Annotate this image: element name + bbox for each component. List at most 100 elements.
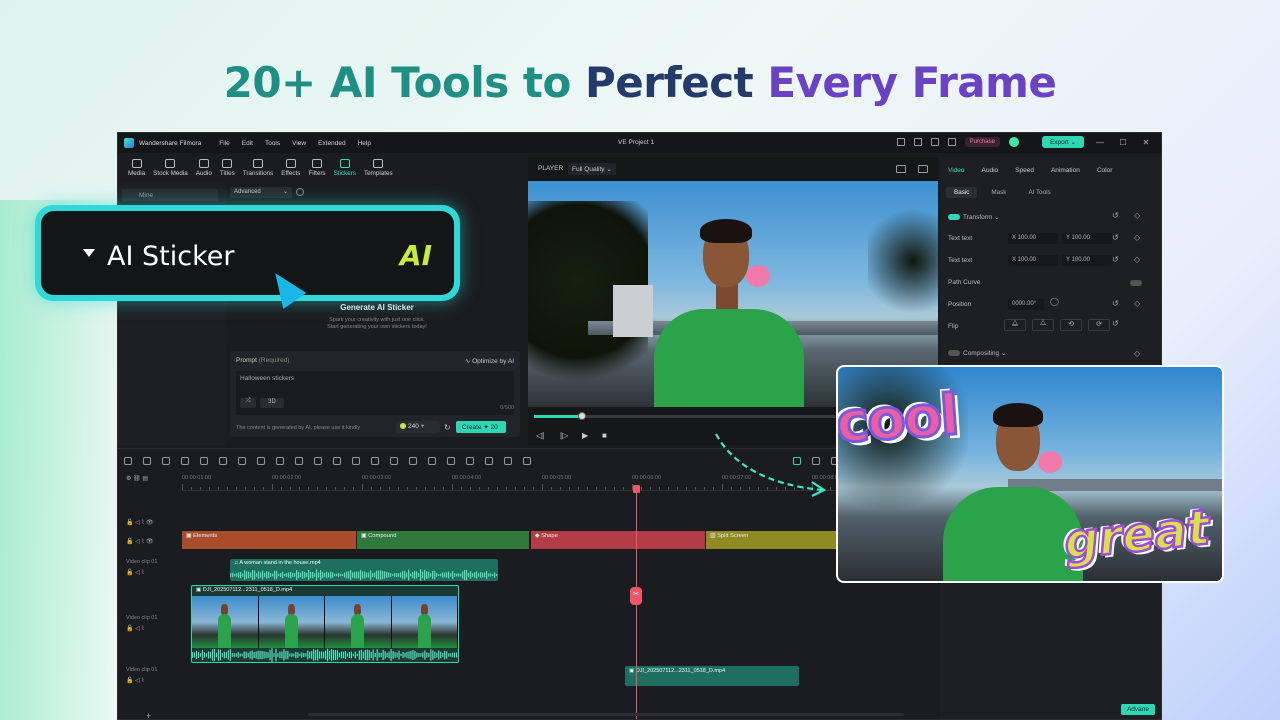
motion-track-icon[interactable] — [390, 457, 398, 465]
effect-clip-shape[interactable]: ◆ Shape — [531, 531, 705, 549]
reset-icon[interactable]: ↺ — [1112, 319, 1119, 328]
smart-cutout-icon[interactable] — [371, 457, 379, 465]
reset-icon[interactable]: ↺ — [1112, 233, 1119, 242]
prompt-input[interactable]: Halloween stickers — [236, 371, 514, 415]
optimize-by-ai-button[interactable]: ∿ Optimize by AI — [465, 357, 514, 365]
shuffle-icon[interactable]: ⤮ — [240, 398, 256, 408]
gift-icon[interactable] — [947, 138, 956, 146]
menu-view[interactable]: View — [292, 140, 306, 147]
close-icon[interactable]: ✕ — [1139, 138, 1153, 147]
tab-speed[interactable]: Speed — [1015, 167, 1034, 174]
cloud-icon[interactable] — [913, 138, 922, 146]
split-icon[interactable] — [219, 457, 227, 465]
track-controls-icon[interactable]: 🔓 ◁ ⌇ — [126, 677, 144, 684]
tool-stickers[interactable]: Stickers — [330, 153, 360, 183]
stabilize-icon[interactable] — [409, 457, 417, 465]
effect-clip-compound[interactable]: ▣ Compound — [357, 531, 529, 549]
subtab-mask[interactable]: Mask — [983, 187, 1014, 198]
tool-audio[interactable]: Audio — [192, 153, 216, 183]
audio-detach-icon[interactable] — [447, 457, 455, 465]
menu-help[interactable]: Help — [358, 140, 371, 147]
menu-extended[interactable]: Extended — [318, 140, 345, 147]
row1-x-input[interactable]: X 100.00 — [1008, 233, 1058, 244]
row2-y-input[interactable]: Y 100.00 — [1062, 255, 1112, 266]
effect-clip-split-screen[interactable]: ▥ Split Screen — [706, 531, 838, 549]
color-icon[interactable] — [314, 457, 322, 465]
tool-templates[interactable]: Templates — [360, 153, 397, 183]
compositing-row[interactable]: Compositing ⌄ — [948, 349, 1006, 357]
menu-tools[interactable]: Tools — [265, 140, 280, 147]
refresh-icon[interactable]: ↻ — [444, 423, 451, 432]
row2-x-input[interactable]: X 100.00 — [1008, 255, 1058, 266]
tool-titles[interactable]: Titles — [216, 153, 239, 183]
help-icon[interactable] — [296, 188, 304, 196]
subtab-basic[interactable]: Basic — [946, 187, 978, 198]
subtab-ai-tools[interactable]: AI Tools — [1020, 187, 1058, 198]
tab-video[interactable]: Video — [948, 167, 965, 174]
track-controls-icon[interactable]: 🔓 ◁ ⌇ — [126, 569, 144, 576]
tool-media[interactable]: Media — [124, 153, 149, 183]
undo-icon[interactable] — [162, 457, 170, 465]
mode-select[interactable]: Advanced ⌄ — [230, 187, 292, 198]
text-icon[interactable] — [257, 457, 265, 465]
tab-audio[interactable]: Audio — [982, 167, 999, 174]
reset-icon[interactable]: ↺ — [1112, 255, 1119, 264]
menu-edit[interactable]: Edit — [242, 140, 253, 147]
reset-icon[interactable]: ↺ — [1112, 299, 1119, 308]
tab-color[interactable]: Color — [1097, 167, 1113, 174]
tool-transitions[interactable]: Transitions — [239, 153, 278, 183]
playhead-handle[interactable] — [633, 485, 640, 493]
transform-row[interactable]: Transform ⌄ — [948, 213, 1000, 221]
flip-horizontal-icon[interactable]: ⧋ — [1004, 319, 1026, 331]
minimize-icon[interactable]: — — [1093, 138, 1107, 147]
transform-toggle[interactable] — [948, 214, 960, 220]
text-to-speech-icon[interactable] — [523, 457, 531, 465]
track-controls-icon[interactable]: 🔓 ◁ ⌇ 👁 — [126, 519, 154, 526]
layout-icon[interactable] — [124, 457, 132, 465]
flip-vertical-icon[interactable]: ⧊ — [1032, 319, 1054, 331]
select-icon[interactable] — [143, 457, 151, 465]
audio-clip[interactable]: ♫ A woman stand in the house.mp4 — [230, 559, 498, 581]
grid-view-icon[interactable] — [896, 165, 906, 173]
tool-effects[interactable]: Effects — [277, 153, 304, 183]
account-avatar-icon[interactable] — [1008, 137, 1019, 147]
delete-icon[interactable] — [200, 457, 208, 465]
duration-icon[interactable] — [295, 457, 303, 465]
export-button[interactable]: Export ⌄ — [1041, 136, 1084, 148]
keyframe-icon[interactable]: ◇ — [1134, 233, 1140, 242]
keyframe-icon[interactable]: ◇ — [1134, 349, 1140, 358]
effect-clip-elements[interactable]: ▣ Elements — [182, 531, 356, 549]
keyframe-tool-icon[interactable] — [504, 457, 512, 465]
position-input[interactable]: 0000.00° — [1008, 299, 1044, 310]
row1-y-input[interactable]: Y 100.00 — [1062, 233, 1112, 244]
progress-handle[interactable] — [578, 412, 586, 420]
track-controls-icon[interactable]: 🔓 ◁ ⌇ 👁 — [126, 538, 154, 545]
step-back-icon[interactable]: ◁| — [536, 431, 544, 440]
rotation-dial-icon[interactable]: ◯ — [1050, 297, 1059, 306]
compositing-toggle[interactable] — [948, 350, 960, 356]
path-curve-toggle[interactable] — [1130, 280, 1142, 286]
timeline-scrollbar[interactable] — [308, 713, 904, 716]
rotate-right-icon[interactable]: ⟳ — [1088, 319, 1110, 331]
tab-animation[interactable]: Animation — [1051, 167, 1080, 174]
video-clip-2[interactable]: ▣ DJI_202507112...2311_0518_D.mp4 — [625, 666, 799, 686]
crop-icon[interactable] — [238, 457, 246, 465]
purchase-button[interactable]: Purchase — [964, 137, 1000, 147]
track-controls-icon[interactable]: 🔓 ◁ ⌇ — [126, 625, 144, 632]
add-track-button[interactable]: + — [146, 711, 151, 719]
keyframe-icon[interactable]: ◇ — [1134, 299, 1140, 308]
create-button[interactable]: Create ✦ 20 — [456, 421, 506, 433]
tool-filters[interactable]: Filters — [304, 153, 329, 183]
category-mine[interactable]: Mine — [122, 189, 218, 201]
snapshot-icon[interactable] — [918, 165, 928, 173]
scissors-icon[interactable]: ✂ — [630, 587, 642, 605]
denoise-icon[interactable] — [428, 457, 436, 465]
advanced-button[interactable]: Advane — [1120, 704, 1155, 715]
reset-icon[interactable]: ↺ — [1112, 211, 1119, 220]
menu-file[interactable]: File — [219, 140, 229, 147]
stop-icon[interactable]: ■ — [602, 431, 607, 440]
style-select[interactable]: 3D — [260, 398, 284, 408]
play-icon[interactable]: ▶ — [582, 431, 588, 440]
subtitle-icon[interactable] — [485, 457, 493, 465]
track-settings-icon[interactable]: ⚙ ⛓ ▤ — [126, 475, 148, 482]
